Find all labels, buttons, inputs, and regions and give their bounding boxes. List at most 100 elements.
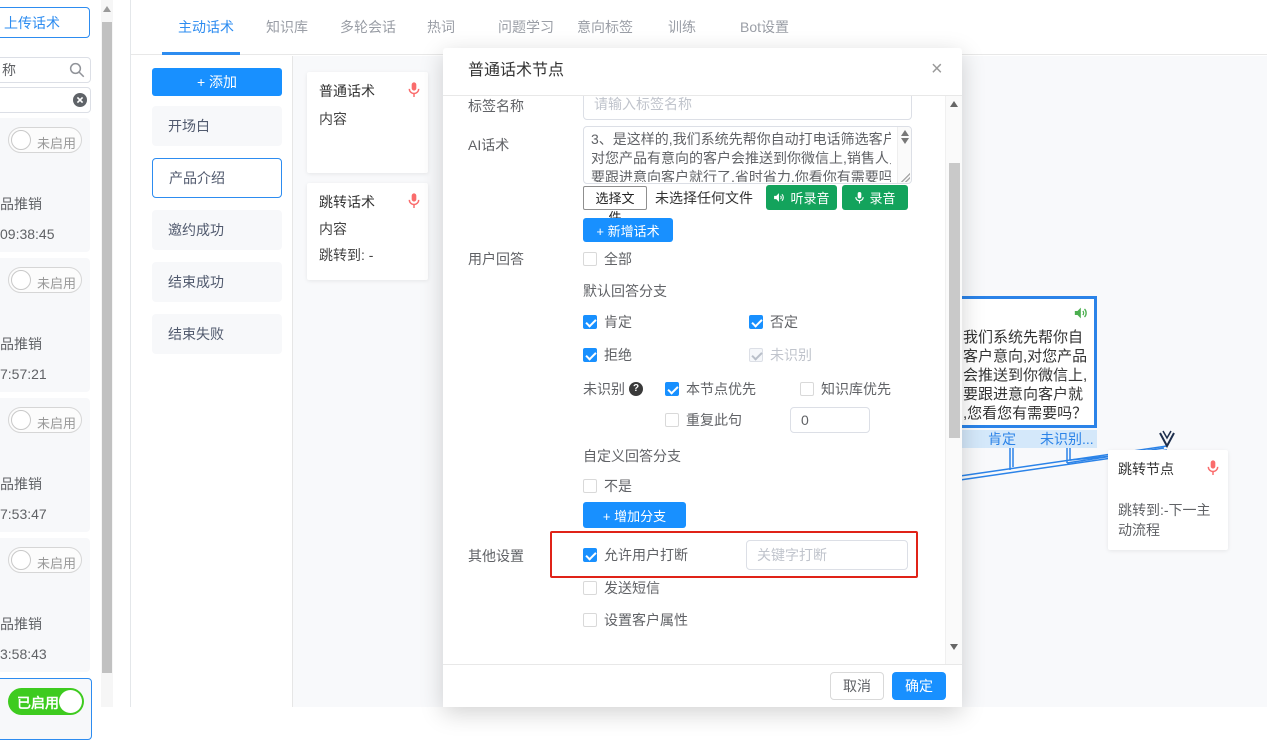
- ai-script-text-line: 对您产品有意向的客户会推送到你微信上,销售人员只需: [591, 149, 891, 168]
- modal-scrollbar-track[interactable]: [945, 96, 962, 664]
- tab-bot-settings[interactable]: Bot设置: [740, 19, 789, 35]
- bubble-line: 会推送到你微信上,: [963, 368, 1087, 384]
- sidebar-scrollbar-thumb[interactable]: [102, 22, 112, 673]
- modal-title: 普通话术节点: [468, 63, 564, 79]
- tab-question-learning[interactable]: 问题学习: [498, 19, 554, 35]
- tab-knowledge[interactable]: 知识库: [266, 19, 308, 35]
- enable-toggle-off[interactable]: 未启用: [8, 547, 82, 573]
- checkbox-send-sms[interactable]: [583, 581, 597, 595]
- jump-node-target-line: 动流程: [1118, 522, 1160, 538]
- script-name: 品推销: [0, 476, 42, 492]
- script-card[interactable]: 未启用 品推销 3:58:43: [0, 538, 90, 672]
- scroll-up-arrow[interactable]: [103, 6, 111, 12]
- close-icon[interactable]: ×: [931, 61, 943, 77]
- enable-toggle-off[interactable]: 未启用: [8, 407, 82, 433]
- node-edit-modal: 普通话术节点 × 标签名称 AI话术 3、是这样的,我们系统先帮你自动打电话筛选…: [443, 48, 962, 707]
- checkbox-repeat[interactable]: [665, 413, 679, 427]
- checkbox-kb-first[interactable]: [800, 382, 814, 396]
- enable-toggle-off[interactable]: 未启用: [8, 267, 82, 293]
- record-button[interactable]: 录音: [842, 185, 908, 210]
- node-title: 跳转话术: [319, 194, 375, 210]
- stage-item-end-success[interactable]: 结束成功: [152, 262, 282, 302]
- jump-node-target-line: 跳转到:-下一主: [1118, 502, 1211, 518]
- node-card-normal-script[interactable]: 普通话术 内容: [307, 72, 428, 173]
- stage-item-opening[interactable]: 开场白: [152, 106, 282, 146]
- checkbox-custom-branch-label: 不是: [604, 478, 632, 494]
- stage-column-divider: [292, 56, 293, 707]
- tab-active-script[interactable]: 主动话术: [178, 19, 234, 35]
- node-content-label: 内容: [319, 221, 347, 237]
- add-stage-button[interactable]: + 添加: [152, 68, 282, 96]
- checkbox-custom-branch[interactable]: [583, 479, 597, 493]
- microphone-icon[interactable]: [407, 192, 421, 210]
- checkbox-all-label: 全部: [604, 251, 632, 267]
- node-card-jump-script[interactable]: 跳转话术 内容 跳转到: -: [307, 183, 428, 280]
- field-label-tag-name: 标签名称: [468, 98, 524, 114]
- canvas-jump-node-card[interactable]: 跳转节点 跳转到:-下一主 动流程: [1108, 450, 1228, 550]
- modal-header: 普通话术节点 ×: [443, 48, 962, 96]
- add-branch-button[interactable]: + 增加分支: [583, 502, 686, 528]
- ai-script-text-line: 要跟进意向客户就行了,省时省力,你看你有需要吗？: [591, 168, 891, 182]
- speaker-icon[interactable]: [1073, 305, 1090, 321]
- jump-node-title: 跳转节点: [1118, 461, 1174, 477]
- bubble-line: 我们系统先帮你自: [963, 330, 1083, 346]
- modal-scrollbar-thumb[interactable]: [949, 163, 960, 438]
- listen-recording-label: 听录音: [790, 188, 829, 207]
- tab-training[interactable]: 训练: [668, 19, 696, 35]
- confirm-button[interactable]: 确定: [892, 672, 946, 700]
- repeat-count-input[interactable]: [790, 407, 870, 433]
- toggle-label: 未启用: [37, 413, 76, 432]
- microphone-icon[interactable]: [407, 81, 421, 99]
- enable-toggle-on[interactable]: 已启用: [8, 688, 84, 715]
- checkbox-refuse-label: 拒绝: [604, 347, 632, 363]
- search-icon[interactable]: [68, 61, 86, 79]
- node-content-label: 内容: [319, 111, 347, 127]
- record-label: 录音: [869, 188, 895, 207]
- modal-body: 标签名称 AI话术 3、是这样的,我们系统先帮你自动打电话筛选客户意向, 对您产…: [443, 96, 962, 664]
- tab-intent-label[interactable]: 意向标签: [577, 19, 633, 35]
- toggle-label: 未启用: [37, 553, 76, 572]
- toggle-knob: [59, 690, 82, 713]
- textarea-resize-grip[interactable]: [900, 172, 910, 182]
- tab-multi-round[interactable]: 多轮会话: [340, 19, 396, 35]
- script-card-selected[interactable]: 已启用: [0, 678, 92, 740]
- script-card[interactable]: 未启用 品推销 7:57:21: [0, 258, 90, 392]
- scroll-up-arrow[interactable]: [950, 101, 958, 107]
- checkbox-refuse[interactable]: [583, 348, 597, 362]
- upload-script-button[interactable]: 上传话术: [0, 7, 90, 38]
- script-card[interactable]: 未启用 品推销 7:53:47: [0, 398, 90, 532]
- checkbox-set-customer-attr-label: 设置客户属性: [604, 612, 688, 628]
- choose-file-button[interactable]: 选择文件: [583, 186, 647, 210]
- microphone-icon[interactable]: [1206, 459, 1220, 477]
- toggle-knob: [11, 550, 31, 570]
- checkbox-deny-label: 否定: [770, 314, 798, 330]
- checkbox-set-customer-attr[interactable]: [583, 613, 597, 627]
- ai-script-text-line: 3、是这样的,我们系统先帮你自动打电话筛选客户意向,: [591, 130, 891, 149]
- stage-item-invite-success[interactable]: 邀约成功: [152, 210, 282, 250]
- checkbox-affirm[interactable]: [583, 315, 597, 329]
- stage-item-end-fail[interactable]: 结束失败: [152, 314, 282, 354]
- stage-item-product-intro[interactable]: 产品介绍: [152, 158, 282, 198]
- node-jump-label: 跳转到: -: [319, 247, 373, 263]
- checkbox-deny[interactable]: [749, 315, 763, 329]
- checkbox-all[interactable]: [583, 252, 597, 266]
- script-name: 品推销: [0, 196, 42, 212]
- cancel-button[interactable]: 取消: [830, 672, 884, 700]
- enable-toggle-off[interactable]: 未启用: [8, 127, 82, 153]
- field-label-user-answer: 用户回答: [468, 251, 524, 267]
- toggle-knob: [11, 130, 31, 150]
- ai-script-textarea[interactable]: 3、是这样的,我们系统先帮你自动打电话筛选客户意向, 对您产品有意向的客户会推送…: [583, 126, 912, 184]
- tag-name-input[interactable]: [583, 96, 912, 120]
- bubble-line: 要跟进意向客户就: [963, 387, 1083, 403]
- sidebar-divider: [130, 0, 131, 707]
- scroll-down-arrow[interactable]: [950, 644, 958, 650]
- tab-hotwords[interactable]: 热词: [427, 19, 455, 35]
- listen-recording-button[interactable]: 听录音: [766, 185, 837, 210]
- checkbox-node-first[interactable]: [665, 382, 679, 396]
- help-question-icon[interactable]: ?: [629, 382, 643, 396]
- clear-input-icon[interactable]: [72, 92, 88, 108]
- checkbox-repeat-label: 重复此句: [686, 412, 742, 428]
- canvas-speech-bubble[interactable]: 我们系统先帮你自 客户意向,对您产品 会推送到你微信上, 要跟进意向客户就 ,您…: [955, 296, 1097, 428]
- add-script-button[interactable]: + 新增话术: [583, 218, 673, 242]
- script-card[interactable]: 未启用 品推销 09:38:45: [0, 118, 90, 252]
